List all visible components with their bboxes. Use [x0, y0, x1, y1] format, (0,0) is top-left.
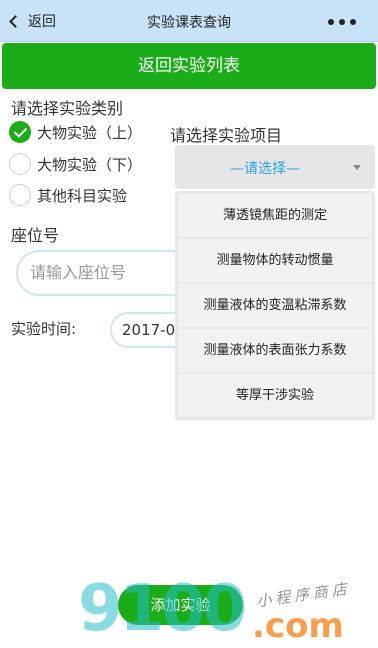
seat-label: 座位号: [11, 226, 60, 245]
more-menu-icon[interactable]: [328, 19, 356, 25]
radio-label: 大物实验（上）: [37, 123, 143, 142]
dropdown-option[interactable]: 薄透镜焦距的测定: [178, 194, 372, 237]
dropdown-option[interactable]: 等厚干涉实验: [178, 374, 372, 417]
add-experiment-button[interactable]: 添加实验: [118, 585, 243, 625]
radio-unchecked-icon[interactable]: [9, 153, 31, 175]
radio-unchecked-icon[interactable]: [9, 184, 31, 206]
dropdown-option[interactable]: 测量物体的转动惯量: [178, 239, 372, 282]
radio-category-physics-1[interactable]: 大物实验（上）: [9, 121, 142, 143]
nav-bar: 返回 实验课表查询: [0, 0, 378, 42]
radio-label: 大物实验（下）: [37, 155, 143, 174]
dropdown-option[interactable]: 测量液体的变温粘滞系数: [178, 284, 372, 327]
project-select[interactable]: —请选择—: [175, 145, 375, 189]
watermark-tagline: 小程序商店: [255, 579, 352, 611]
project-dropdown: 薄透镜焦距的测定 测量物体的转动惯量 测量液体的变温粘滞系数 测量液体的表面张力…: [175, 191, 375, 420]
radio-category-other[interactable]: 其他科目实验: [9, 184, 127, 206]
page-title: 实验课表查询: [147, 15, 231, 31]
category-label: 请选择实验类别: [11, 99, 124, 118]
back-to-list-button[interactable]: 返回实验列表: [2, 43, 376, 89]
dropdown-option[interactable]: 测量液体的表面张力系数: [178, 329, 372, 372]
caret-down-icon: [353, 165, 361, 170]
select-value: —请选择—: [230, 161, 300, 177]
time-label: 实验时间:: [11, 320, 77, 338]
radio-label: 其他科目实验: [37, 186, 128, 205]
project-label: 请选择实验项目: [170, 126, 283, 145]
radio-checked-icon[interactable]: [9, 121, 31, 143]
radio-category-physics-2[interactable]: 大物实验（下）: [9, 153, 142, 175]
watermark-suffix: .com: [252, 606, 344, 646]
